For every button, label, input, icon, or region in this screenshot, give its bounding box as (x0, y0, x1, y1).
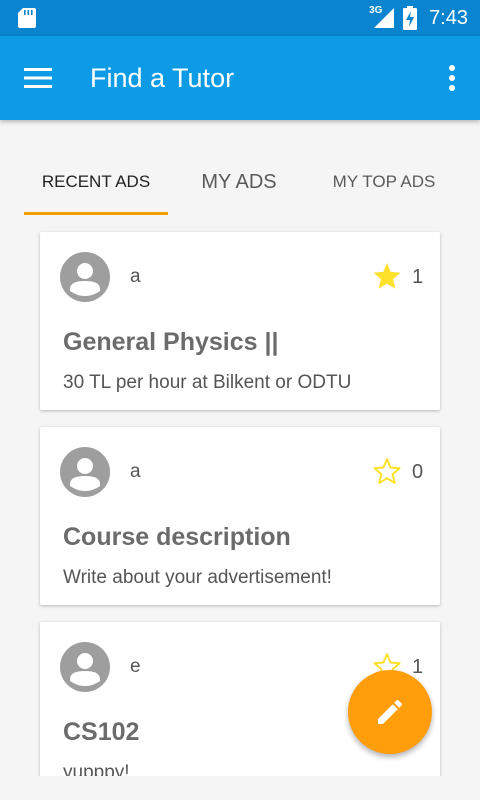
tab-bar: RECENT ADS MY ADS MY TOP ADS (0, 150, 480, 216)
star-count: 1 (412, 656, 424, 678)
ad-description: 30 TL per hour at Bilkent or ODTU (63, 372, 352, 393)
ad-description: Write about your advertisement! (63, 567, 332, 588)
author-name: a (130, 461, 141, 482)
tab-recent-ads[interactable]: RECENT ADS (24, 150, 168, 214)
menu-button[interactable] (20, 60, 56, 96)
app-bar: Find a Tutor (0, 36, 480, 120)
ad-title: CS102 (63, 718, 140, 746)
active-tab-indicator (24, 212, 168, 215)
hamburger-menu-icon (24, 68, 52, 88)
star-outline-icon[interactable] (372, 456, 402, 486)
more-vert-icon (449, 65, 455, 91)
author-name: e (130, 656, 141, 677)
page-title: Find a Tutor (90, 63, 235, 93)
status-bar: 3G 7:43 (0, 0, 480, 36)
clock: 7:43 (429, 6, 468, 29)
star-count: 0 (412, 461, 424, 483)
tab-my-top-ads[interactable]: MY TOP ADS (318, 150, 450, 214)
sd-card-icon (18, 8, 36, 28)
tab-my-ads[interactable]: MY ADS (180, 150, 298, 214)
overflow-menu-button[interactable] (442, 60, 462, 96)
ad-card[interactable]: a 0 Course description Write about your … (40, 427, 440, 605)
ad-title: General Physics || (63, 328, 279, 356)
list-bottom-edge (0, 776, 480, 800)
star-filled-icon[interactable] (372, 261, 402, 291)
pencil-edit-icon (378, 699, 403, 724)
ad-card[interactable]: a 1 General Physics || 30 TL per hour at… (40, 232, 440, 410)
avatar-icon (60, 252, 110, 302)
avatar-icon (60, 447, 110, 497)
author-name: a (130, 266, 141, 287)
cell-signal-icon: 3G (369, 5, 395, 29)
battery-charging-icon (403, 6, 418, 30)
avatar-icon (60, 642, 110, 692)
ad-title: Course description (63, 523, 291, 551)
new-ad-fab[interactable] (348, 670, 432, 754)
star-count: 1 (412, 266, 424, 288)
